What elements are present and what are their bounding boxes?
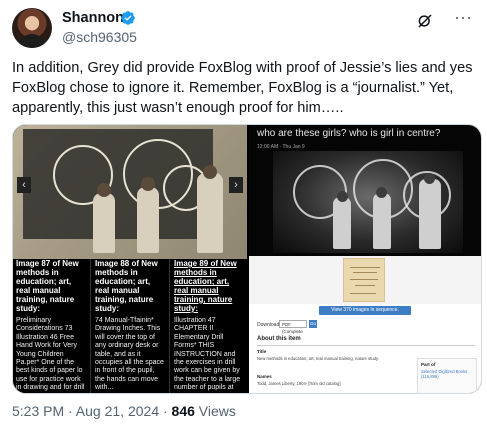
figure-head: [203, 165, 217, 179]
avatar-shoulders: [18, 34, 46, 48]
figure: [93, 193, 115, 253]
part-of-panel: Part of Selected Digitized Books (116,89…: [417, 358, 477, 393]
media-image-left[interactable]: ‹ › Image 87 of New methods in education…: [13, 125, 247, 393]
search-results-columns: Image 87 of New methods in education; ar…: [13, 259, 247, 393]
field-value: Todd, James Liberty, 1904- [from old cat…: [257, 381, 341, 386]
view-sequence-button[interactable]: View 370 images in sequence.: [319, 306, 411, 315]
figure: [333, 197, 351, 249]
figure: [137, 187, 159, 253]
embedded-post-meta: 12:00 AM · Thu Jan 9: [257, 144, 305, 150]
download-go-button[interactable]: Go: [309, 320, 317, 328]
media-grid[interactable]: ‹ › Image 87 of New methods in education…: [12, 124, 482, 394]
text-line: [353, 272, 377, 273]
author-name[interactable]: Shannon: [62, 10, 124, 26]
download-format-select[interactable]: PDF (Complete: [279, 320, 307, 334]
text-line: [350, 267, 380, 268]
text-line: [350, 293, 376, 294]
field-value: New methods in education; art, real manu…: [257, 356, 379, 361]
views-label: Views: [194, 403, 236, 419]
divider: [257, 345, 475, 346]
historic-photo: ‹ ›: [13, 125, 247, 259]
text-line: [350, 279, 378, 280]
result-title[interactable]: Image 87 of New methods in education; ar…: [16, 259, 86, 313]
chevron-right-icon[interactable]: ›: [229, 177, 243, 193]
result-title[interactable]: Image 89 of New methods in education; ar…: [174, 259, 244, 313]
more-icon[interactable]: ···: [452, 8, 474, 30]
figure-head: [337, 191, 348, 202]
text-line: [355, 285, 375, 286]
grok-icon[interactable]: [416, 12, 434, 30]
tweet-text: In addition, Grey did provide FoxBlog wi…: [12, 60, 473, 116]
figure: [419, 179, 441, 249]
chevron-left-icon[interactable]: ‹: [17, 177, 31, 193]
figure: [197, 173, 223, 253]
result-snippet: Illustration 47 CHAPTER II Elementary Dr…: [174, 317, 241, 393]
column-divider: [90, 259, 91, 393]
verified-badge-icon: [121, 11, 135, 25]
author-handle[interactable]: @sch96305: [62, 29, 137, 45]
views-count: 846: [171, 403, 195, 419]
avatar[interactable]: [12, 8, 52, 48]
result-column[interactable]: Image 88 of New methods in education; ar…: [92, 259, 168, 393]
column-divider: [169, 259, 170, 393]
result-column[interactable]: Image 87 of New methods in education; ar…: [13, 259, 89, 393]
embedded-post: who are these girls? who is girl in cent…: [249, 125, 481, 256]
tweet-header: Shannon @sch96305 ···: [12, 8, 475, 48]
result-title[interactable]: Image 88 of New methods in education; ar…: [95, 259, 165, 313]
result-snippet: Preliminary Considerations 73 Illustrati…: [16, 317, 85, 393]
field-label: Names: [257, 374, 272, 379]
figure-head: [97, 183, 111, 197]
document-viewer: [249, 256, 481, 304]
figure-head: [424, 173, 435, 184]
document-thumbnail[interactable]: [343, 258, 385, 302]
figure-head: [376, 187, 387, 198]
about-heading: About this item: [257, 336, 301, 342]
tweet-footer: 5:23 PM · Aug 21, 2024 · 846 Views: [12, 403, 236, 419]
download-label: Download:: [257, 322, 281, 328]
result-snippet: 74 Manual-Tfainin* Drawing Inches. This …: [95, 317, 164, 392]
archive-page: View 370 images in sequence. Download: P…: [249, 256, 481, 393]
media-image-right[interactable]: who are these girls? who is girl in cent…: [249, 125, 481, 393]
part-of-label: Part of: [421, 362, 436, 367]
result-column[interactable]: Image 89 of New methods in education; ar…: [171, 259, 247, 393]
field-label: Title: [257, 349, 267, 354]
embedded-photo: [273, 151, 463, 253]
figure: [373, 193, 391, 249]
embedded-post-text: who are these girls? who is girl in cent…: [257, 128, 441, 139]
part-of-link[interactable]: Selected Digitized Books (116,896): [421, 369, 476, 379]
figure-head: [141, 177, 155, 191]
timestamp[interactable]: 5:23 PM · Aug 21, 2024 ·: [12, 403, 172, 419]
